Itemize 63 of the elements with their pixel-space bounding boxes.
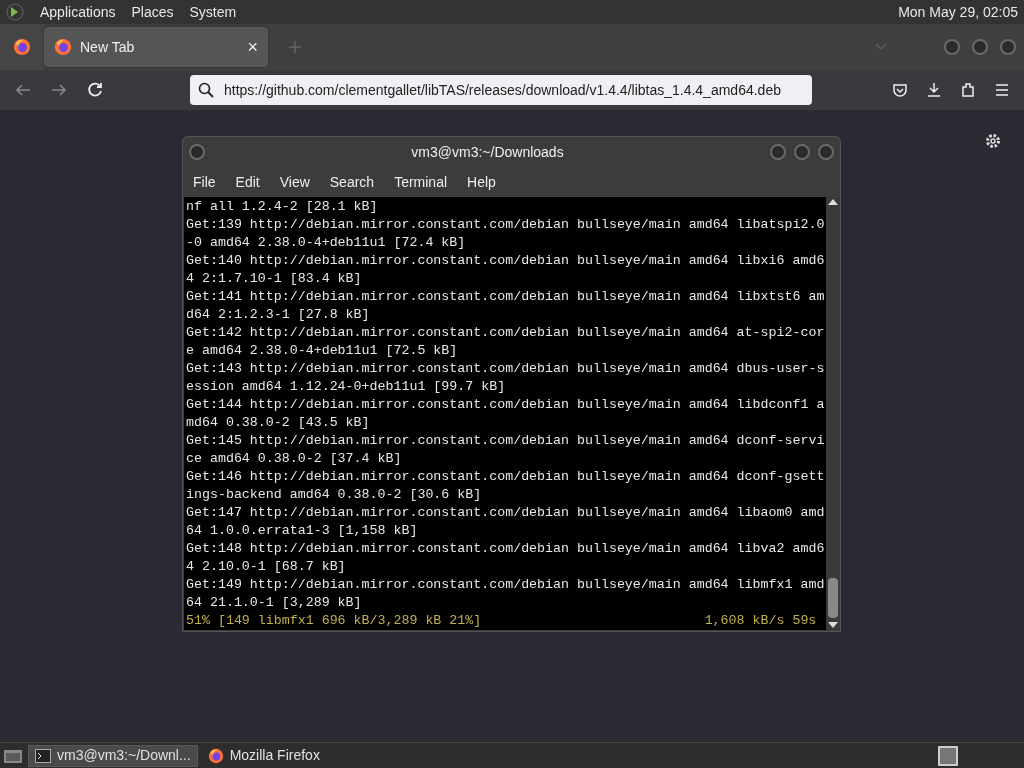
browser-tab[interactable]: New Tab ×: [44, 27, 268, 67]
menu-item[interactable]: View: [279, 171, 310, 193]
firefox-icon: [207, 747, 224, 764]
menu-item[interactable]: Search: [329, 171, 375, 193]
terminal-line: Get:141 http://debian.mirror.constant.com/debian bullseye/main amd64 libxtst6 am: [186, 288, 825, 306]
terminal-line: Get:147 http://debian.mirror.constant.com/debian bullseye/main amd64 libaom0 amd: [186, 504, 825, 522]
window-control-icon[interactable]: [818, 144, 834, 160]
terminal-line: Get:146 http://debian.mirror.constant.com/debian bullseye/main amd64 dconf-gsett: [186, 468, 825, 486]
terminal-line: nf all 1.2.4-2 [28.1 kB]: [186, 198, 379, 216]
menu-item[interactable]: File: [193, 171, 216, 193]
workspace-switcher[interactable]: [938, 745, 958, 766]
terminal-line: Get:139 http://debian.mirror.constant.com/debian bullseye/main amd64 libatspi2.0: [186, 216, 825, 234]
search-icon: [198, 82, 214, 98]
download-speed: 1,608 kB/s 59s: [704, 612, 817, 630]
terminal-line: 4 2.10.0-1 [68.7 kB]: [186, 558, 347, 576]
terminal-line: ings-backend amd64 0.38.0-2 [30.6 kB]: [186, 486, 483, 504]
terminal-line: Get:142 http://debian.mirror.constant.com/debian bullseye/main amd64 at-spi2-cor: [186, 324, 825, 342]
firefox-icon: [54, 38, 72, 56]
terminal-line: Get:149 http://debian.mirror.constant.com/debian bullseye/main amd64 libmfx1 amd: [186, 576, 825, 594]
pocket-icon[interactable]: [892, 82, 908, 98]
terminal-line: d64 2:1.2.3-1 [27.8 kB]: [186, 306, 371, 324]
scrollbar[interactable]: [826, 197, 839, 630]
download-icon[interactable]: [926, 82, 942, 98]
url-text: https://github.com/clementgallet/libTAS/releases/download/v1.4.4/libtas_1.4.4_amd64.deb: [224, 80, 781, 100]
window-control-icon[interactable]: [770, 144, 786, 160]
menu-icon[interactable]: [994, 82, 1010, 98]
clock[interactable]: Mon May 29, 02:05: [898, 1, 1018, 23]
menu-item[interactable]: Terminal: [394, 171, 448, 193]
menu-item[interactable]: Help: [467, 171, 496, 193]
extensions-icon[interactable]: [960, 82, 976, 98]
window-control-icon[interactable]: [794, 144, 810, 160]
settings-icon[interactable]: [984, 132, 1002, 150]
terminal-line: 64 1.0.0.errata1-3 [1,158 kB]: [186, 522, 419, 540]
menu-logo-icon[interactable]: [6, 3, 24, 21]
terminal-line: md64 0.38.0-2 [43.5 kB]: [186, 414, 371, 432]
window-title: vm3@vm3:~/Downloads: [410, 142, 565, 162]
firefox-icon: [13, 38, 31, 56]
reload-icon[interactable]: [86, 81, 104, 99]
menu-item[interactable]: Edit: [235, 171, 260, 193]
terminal-line: Get:145 http://debian.mirror.constant.com/debian bullseye/main amd64 dconf-servi: [186, 432, 825, 450]
window-control-icon[interactable]: [972, 39, 988, 55]
terminal-line: 4 2:1.7.10-1 [83.4 kB]: [186, 270, 363, 288]
terminal-line: Get:148 http://debian.mirror.constant.com/debian bullseye/main amd64 libva2 amd6: [186, 540, 825, 558]
taskbar-button[interactable]: Mozilla Firefox: [201, 744, 326, 767]
window-control-icon[interactable]: [189, 144, 205, 160]
terminal-line: Get:140 http://debian.mirror.constant.com/debian bullseye/main amd64 libxi6 amd6: [186, 252, 825, 270]
window-control-icon[interactable]: [1000, 39, 1016, 55]
progress-status: 51% [149 libmfx1 696 kB/3,289 kB 21%]: [186, 612, 482, 630]
close-tab-button[interactable]: ×: [247, 33, 258, 61]
terminal-line: 64 21.1.0-1 [3,289 kB]: [186, 594, 363, 612]
window-control-icon[interactable]: [944, 39, 960, 55]
terminal-line: Get:144 http://debian.mirror.constant.com/debian bullseye/main amd64 libdconf1 a: [186, 396, 825, 414]
panel-menu[interactable]: Places: [131, 1, 174, 23]
terminal-icon: [35, 748, 51, 763]
panel-menu[interactable]: System: [189, 1, 237, 23]
terminal-line: ession amd64 1.12.24-0+deb11u1 [99.7 kB]: [186, 378, 507, 396]
taskbar-button[interactable]: vm3@vm3:~/Downl...: [28, 744, 198, 767]
panel-menu[interactable]: Applications: [40, 1, 116, 23]
terminal-line: Get:143 http://debian.mirror.constant.com/debian bullseye/main amd64 dbus-user-s: [186, 360, 825, 378]
terminal-line: ce amd64 0.38.0-2 [37.4 kB]: [186, 450, 403, 468]
address-bar[interactable]: https://github.com/clementgallet/libTAS/releases/download/v1.4.4/libtas_1.4.4_amd64.deb: [190, 75, 812, 105]
terminal-line: e amd64 2.38.0-4+deb11u1 [72.5 kB]: [186, 342, 459, 360]
terminal-line: -0 amd64 2.38.0-4+deb11u1 [72.4 kB]: [186, 234, 467, 252]
